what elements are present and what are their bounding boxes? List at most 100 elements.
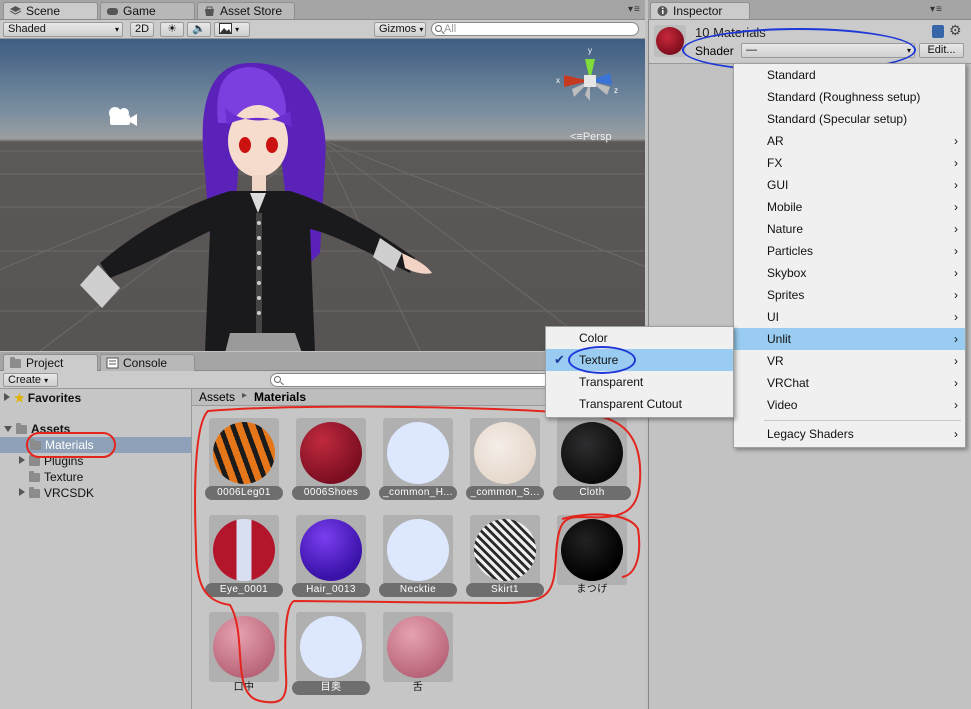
scene-viewport[interactable]: y x z <≡Persp	[0, 39, 645, 351]
tab-game-label: Game	[123, 4, 156, 18]
breadcrumb-materials[interactable]: Materials	[254, 390, 306, 404]
tab-project-label: Project	[26, 356, 64, 370]
shader-menu: Standard Standard (Roughness setup) Stan…	[733, 63, 966, 448]
chevron-right-icon: ›	[954, 310, 958, 324]
tab-inspector-label: Inspector	[673, 4, 723, 18]
menu-item-label: Sprites	[767, 288, 805, 302]
chevron-right-icon: ›	[954, 222, 958, 236]
menu-item-label: Video	[767, 398, 798, 412]
unlit-submenu: Color ✔ Texture Transparent Transparent …	[545, 326, 734, 418]
search-icon	[274, 376, 281, 383]
menu-item-gui[interactable]: GUI ›	[734, 174, 965, 196]
asset-store-icon	[205, 6, 214, 16]
menu-item-standard-specular[interactable]: Standard (Specular setup)	[734, 108, 965, 130]
effects-dropdown[interactable]: ▾	[214, 22, 250, 37]
folder-icon	[29, 471, 40, 482]
tab-inspector[interactable]: Inspector	[650, 2, 750, 19]
menu-item-ar[interactable]: AR ›	[734, 130, 965, 152]
menu-item-fx[interactable]: FX ›	[734, 152, 965, 174]
annotation-circle-texture	[568, 346, 636, 374]
tab-console-label: Console	[123, 356, 168, 370]
menu-item-nature[interactable]: Nature ›	[734, 218, 965, 240]
menu-item-label: Skybox	[767, 266, 807, 280]
menu-item-unlit[interactable]: Unlit ›	[734, 328, 965, 350]
scene-toolbar: Shaded ▾ 2D ☀ 🔈 ▾ Gizmos ▾ All	[0, 20, 645, 39]
chevron-down-icon: ▾	[44, 376, 49, 385]
menu-item-label: GUI	[767, 178, 789, 192]
collapse-arrow-icon	[4, 426, 12, 432]
tab-asset-store-label: Asset Store	[220, 4, 283, 18]
menu-item-label: Standard (Roughness setup)	[767, 90, 921, 104]
chevron-right-icon: ›	[954, 354, 958, 368]
menu-item-vr[interactable]: VR ›	[734, 350, 965, 372]
speaker-icon: 🔈	[192, 23, 206, 35]
tree-item-vrcsdk[interactable]: VRCSDK	[19, 485, 94, 501]
svg-text:z: z	[614, 86, 618, 95]
inspector-tab-bar: Inspector ▾≡	[648, 0, 971, 20]
checkmark-icon: ✔	[554, 352, 565, 367]
tab-game[interactable]: Game	[100, 2, 195, 19]
chevron-right-icon: ›	[954, 398, 958, 412]
menu-item-sprites[interactable]: Sprites ›	[734, 284, 965, 306]
expand-arrow-icon	[4, 393, 10, 401]
menu-item-skybox[interactable]: Skybox ›	[734, 262, 965, 284]
annotation-outline-selected-materials	[194, 405, 642, 704]
submenu-item-label: Transparent Cutout	[579, 397, 682, 411]
chevron-right-icon: ›	[954, 427, 958, 441]
tree-item-texture[interactable]: Texture	[29, 469, 83, 485]
project-search-input[interactable]	[270, 373, 558, 387]
tab-console[interactable]: Console	[100, 354, 195, 371]
shading-mode-dropdown[interactable]: Shaded ▾	[3, 22, 123, 37]
tree-item-label: VRCSDK	[44, 486, 95, 500]
shader-edit-button[interactable]: Edit...	[919, 43, 964, 58]
tab-asset-store[interactable]: Asset Store	[197, 2, 295, 19]
folder-icon	[29, 455, 40, 466]
menu-item-standard[interactable]: Standard	[734, 64, 965, 86]
scene-search-input[interactable]: All	[431, 22, 639, 36]
submenu-item-color[interactable]: Color	[546, 327, 733, 349]
menu-item-particles[interactable]: Particles ›	[734, 240, 965, 262]
create-label: Create	[8, 374, 42, 386]
image-icon	[219, 23, 232, 34]
chevron-right-icon: ›	[954, 376, 958, 390]
audio-toggle[interactable]: 🔈	[187, 22, 211, 37]
menu-item-video[interactable]: Video ›	[734, 394, 965, 416]
tab-project[interactable]: Project	[3, 354, 98, 371]
expand-arrow-icon	[19, 488, 25, 496]
gizmos-dropdown[interactable]: Gizmos ▾	[374, 22, 426, 37]
chevron-down-icon: ▾	[114, 25, 119, 34]
chevron-right-icon: ›	[954, 244, 958, 258]
submenu-item-label: Transparent	[579, 375, 644, 389]
submenu-item-transparent[interactable]: Transparent	[546, 371, 733, 393]
help-book-icon[interactable]	[932, 25, 944, 38]
menu-item-mobile[interactable]: Mobile ›	[734, 196, 965, 218]
chevron-down-icon: ▾	[419, 25, 424, 34]
projection-text: Persp	[582, 131, 612, 143]
chevron-right-icon: ›	[954, 266, 958, 280]
create-dropdown[interactable]: Create ▾	[3, 373, 58, 387]
menu-item-label: Nature	[767, 222, 804, 236]
folder-icon	[16, 423, 27, 434]
toggle-2d-button[interactable]: 2D	[130, 22, 154, 37]
favorites-row[interactable]: ★ Favorites	[4, 390, 81, 406]
chevron-right-icon: ›	[954, 134, 958, 148]
inspector-window-menu-icon[interactable]: ▾≡	[930, 4, 943, 15]
menu-item-label: AR	[767, 134, 784, 148]
menu-item-standard-roughness[interactable]: Standard (Roughness setup)	[734, 86, 965, 108]
gear-icon[interactable]: ⚙	[949, 22, 962, 39]
menu-item-legacy-shaders[interactable]: Legacy Shaders ›	[734, 423, 965, 445]
annotation-circle-materials	[26, 432, 116, 458]
menu-item-ui[interactable]: UI ›	[734, 306, 965, 328]
submenu-item-transparent-cutout[interactable]: Transparent Cutout	[546, 393, 733, 415]
chevron-right-icon: ›	[954, 178, 958, 192]
scene-window-menu-icon[interactable]: ▾≡	[628, 4, 641, 15]
menu-item-label: Standard (Specular setup)	[767, 112, 908, 126]
menu-item-vrchat[interactable]: VRChat ›	[734, 372, 965, 394]
tab-scene[interactable]: Scene	[3, 2, 98, 19]
breadcrumb-assets[interactable]: Assets	[199, 390, 235, 404]
orientation-gizmo[interactable]: y x z	[552, 43, 628, 119]
submenu-item-label: Color	[579, 331, 608, 345]
search-icon	[435, 25, 442, 32]
lighting-toggle[interactable]: ☀	[160, 22, 184, 37]
projection-label[interactable]: <≡Persp	[570, 131, 612, 143]
